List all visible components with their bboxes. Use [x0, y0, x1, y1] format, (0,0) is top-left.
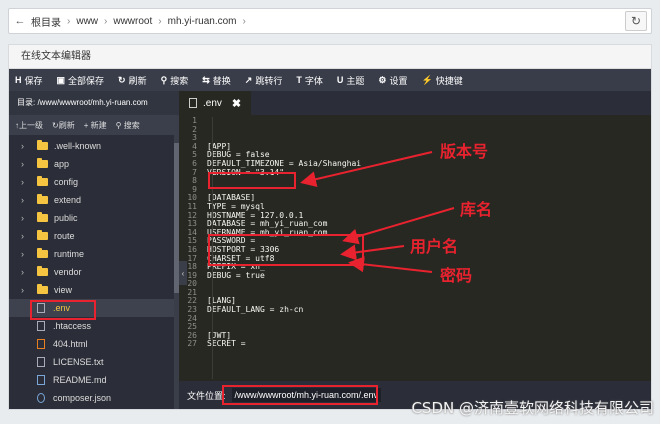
- watermark: CSDN @济南壹软网络科技有限公司: [411, 399, 654, 417]
- version-arrow: [300, 151, 433, 188]
- password-arrow: [348, 256, 433, 273]
- annotation-arrows: [300, 151, 455, 273]
- database-arrow: [342, 207, 455, 245]
- username-arrow: [340, 244, 405, 261]
- screenshot: ← 根目录 › www › wwwroot › mh.yi-ruan.com › ↻ 在…: [0, 0, 660, 424]
